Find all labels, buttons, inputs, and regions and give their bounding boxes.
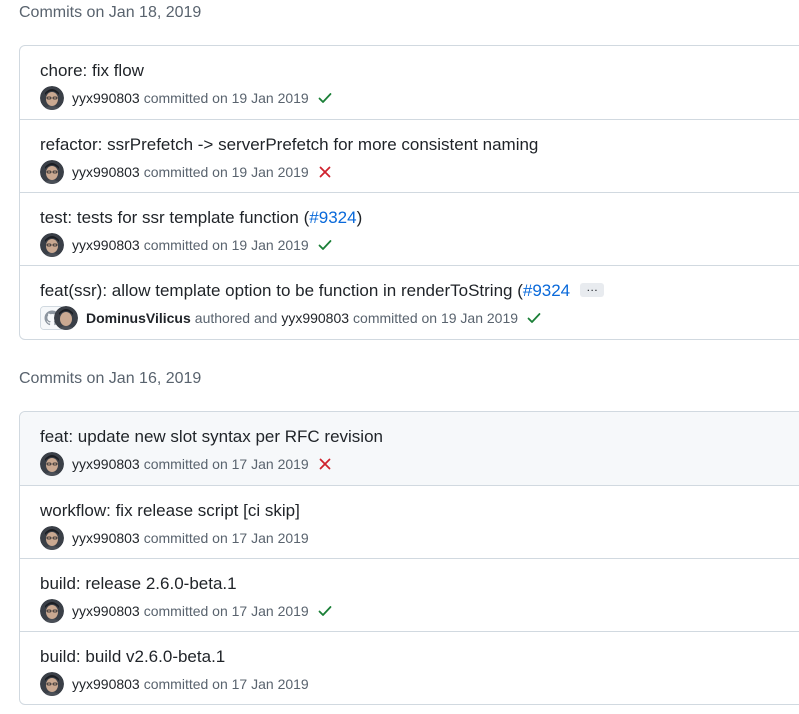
check-icon[interactable] — [317, 237, 333, 253]
avatar-stack — [40, 306, 80, 330]
check-icon[interactable] — [317, 90, 333, 106]
author-link[interactable]: yyx990803 — [72, 530, 140, 546]
commit-meta: yyx990803 committed on 17 Jan 2019 — [40, 599, 333, 623]
commit-date: committed on 19 Jan 2019 — [353, 310, 519, 326]
commit-row: refactor: ssrPrefetch -> serverPrefetch … — [20, 119, 799, 192]
commit-meta: yyx990803 committed on 17 Jan 2019 — [40, 672, 313, 696]
commit-title-text[interactable]: feat(ssr): allow template option to be f… — [40, 281, 523, 300]
commit-title-text[interactable]: test: tests for ssr template function ( — [40, 208, 309, 227]
commit-title-link[interactable]: workflow: fix release script [ci skip] — [40, 500, 300, 522]
commit-date: committed on 19 Jan 2019 — [143, 237, 309, 253]
expand-message-button[interactable]: … — [580, 281, 605, 297]
commit-meta: yyx990803 committed on 17 Jan 2019 — [40, 526, 313, 550]
commit-row: chore: fix flow yyx990803 committed on 1… — [20, 46, 799, 119]
x-icon[interactable] — [317, 164, 333, 180]
author-link[interactable]: yyx990803 — [72, 164, 140, 180]
avatar[interactable] — [40, 599, 64, 623]
commit-meta: yyx990803 committed on 19 Jan 2019 — [40, 160, 333, 184]
commit-title-link[interactable]: chore: fix flow — [40, 60, 144, 82]
commit-row: feat: update new slot syntax per RFC rev… — [20, 412, 799, 485]
author-link[interactable]: yyx990803 — [72, 603, 140, 619]
co-author-link[interactable]: DominusVilicus — [86, 310, 191, 326]
commit-date: committed on 17 Jan 2019 — [143, 456, 309, 472]
avatar[interactable] — [40, 452, 64, 476]
author-link[interactable]: yyx990803 — [281, 310, 349, 326]
commit-title-link[interactable]: test: tests for ssr template function (#… — [40, 207, 362, 229]
commit-row: test: tests for ssr template function (#… — [20, 192, 799, 265]
commit-row: feat(ssr): allow template option to be f… — [20, 265, 799, 338]
commit-date: committed on 17 Jan 2019 — [143, 603, 309, 619]
commit-title-link[interactable]: build: release 2.6.0-beta.1 — [40, 573, 237, 595]
commits-page: Commits on Jan 18, 2019 chore: fix flow … — [0, 0, 799, 714]
author-link[interactable]: yyx990803 — [72, 90, 140, 106]
avatar[interactable] — [40, 160, 64, 184]
pr-link[interactable]: #9324 — [309, 208, 356, 227]
commit-meta: yyx990803 committed on 17 Jan 2019 — [40, 452, 333, 476]
commit-date: committed on 17 Jan 2019 — [143, 676, 309, 692]
pr-link[interactable]: #9324 — [523, 281, 570, 300]
avatar[interactable] — [40, 86, 64, 110]
commit-title-link[interactable]: build: build v2.6.0-beta.1 — [40, 646, 225, 668]
commit-group-header: Commits on Jan 16, 2019 — [19, 370, 202, 387]
commit-row: workflow: fix release script [ci skip] y… — [20, 485, 799, 558]
author-link[interactable]: yyx990803 — [72, 237, 140, 253]
commit-date: committed on 17 Jan 2019 — [143, 530, 309, 546]
authored-text: authored and — [194, 310, 278, 326]
commit-group-header: Commits on Jan 18, 2019 — [19, 4, 202, 21]
avatar[interactable] — [54, 306, 78, 330]
check-icon[interactable] — [317, 603, 333, 619]
commit-row: build: build v2.6.0-beta.1 yyx990803 com… — [20, 631, 799, 704]
commit-title-link[interactable]: refactor: ssrPrefetch -> serverPrefetch … — [40, 134, 538, 156]
commit-title-link[interactable]: feat: update new slot syntax per RFC rev… — [40, 426, 383, 448]
commit-meta: yyx990803 committed on 19 Jan 2019 — [40, 86, 333, 110]
commit-list: chore: fix flow yyx990803 committed on 1… — [19, 45, 799, 340]
author-link[interactable]: yyx990803 — [72, 676, 140, 692]
x-icon[interactable] — [317, 456, 333, 472]
commit-list: feat: update new slot syntax per RFC rev… — [19, 411, 799, 705]
commit-row: build: release 2.6.0-beta.1 yyx990803 co… — [20, 558, 799, 631]
avatar[interactable] — [40, 672, 64, 696]
commit-title-text[interactable]: ) — [357, 208, 363, 227]
avatar[interactable] — [40, 526, 64, 550]
commit-meta: yyx990803 committed on 19 Jan 2019 — [40, 233, 333, 257]
commit-date: committed on 19 Jan 2019 — [143, 90, 309, 106]
commit-meta: DominusVilicus authored and yyx990803 co… — [40, 306, 542, 330]
author-link[interactable]: yyx990803 — [72, 456, 140, 472]
commit-date: committed on 19 Jan 2019 — [143, 164, 309, 180]
check-icon[interactable] — [526, 310, 542, 326]
commit-title-link[interactable]: feat(ssr): allow template option to be f… — [40, 280, 605, 302]
avatar[interactable] — [40, 233, 64, 257]
